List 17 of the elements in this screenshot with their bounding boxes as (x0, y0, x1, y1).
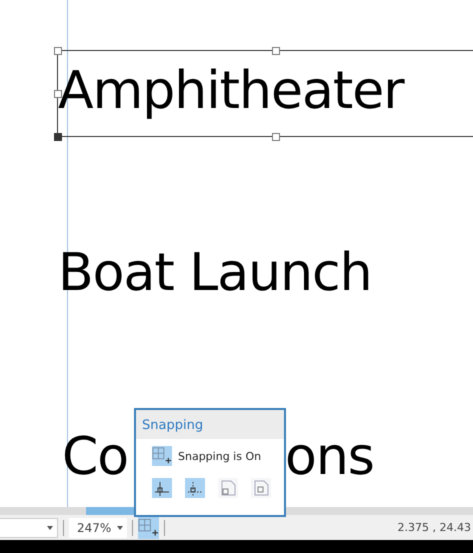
snapping-toggle-icon[interactable] (152, 446, 172, 466)
dropdown-caret-icon (47, 526, 53, 530)
selection-handle[interactable] (272, 47, 280, 55)
snap-mode-button[interactable] (152, 478, 172, 498)
snapping-button[interactable] (138, 516, 160, 538)
selection-handle[interactable] (272, 133, 280, 141)
map-label[interactable]: Boat Launch (58, 230, 372, 316)
snapping-status-text: Snapping is On (178, 450, 262, 462)
snap-mode-button[interactable] (185, 478, 205, 498)
map-label-fragment: Co (62, 426, 128, 489)
coordinates-readout: 2.375 , 24.43 (398, 521, 471, 534)
selection-handle[interactable] (54, 133, 62, 141)
map-label-fragment: ons (285, 426, 374, 489)
zoom-dropdown[interactable]: 247% (69, 518, 128, 538)
selection-handle[interactable] (54, 47, 62, 55)
dropdown-caret-icon (117, 526, 124, 530)
popup-title: Snapping (136, 410, 284, 439)
